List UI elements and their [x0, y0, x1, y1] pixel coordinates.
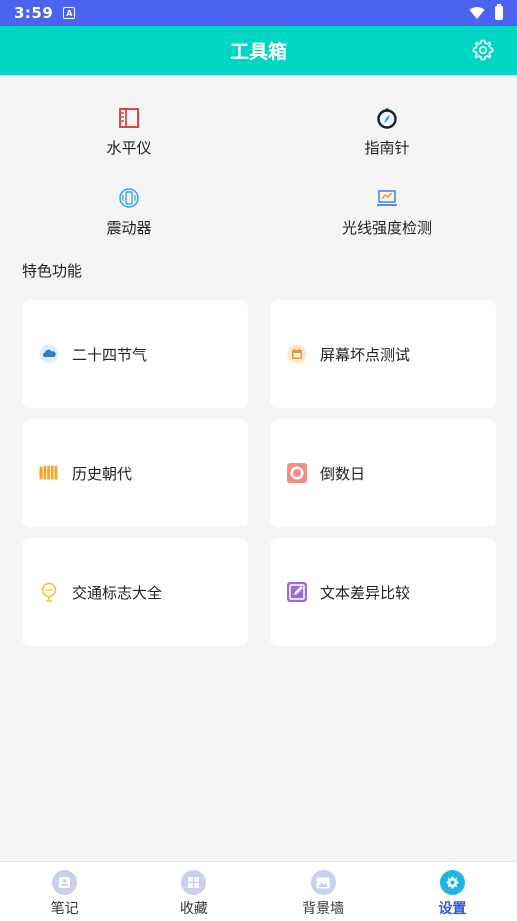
- battery-icon: [495, 4, 503, 20]
- feature-label: 交通标志大全: [72, 583, 163, 602]
- nav-item-wallpaper[interactable]: 背景墙: [259, 862, 388, 921]
- tool-label: 光线强度检测: [341, 219, 432, 237]
- nav-label: 笔记: [50, 901, 79, 917]
- compass-icon: [377, 108, 397, 129]
- feature-label: 历史朝代: [72, 464, 133, 483]
- app-bar: 工具箱: [0, 26, 517, 75]
- nav-item-settings[interactable]: 设置: [388, 862, 517, 921]
- edit-icon: [287, 582, 307, 602]
- section-title: 特色功能: [22, 262, 83, 280]
- nav-label: 背景墙: [302, 901, 345, 917]
- light-sensor-icon: [377, 190, 397, 206]
- tool-level[interactable]: 水平仪: [0, 107, 258, 158]
- wifi-icon: [469, 7, 485, 20]
- tool-label: 指南针: [364, 139, 410, 157]
- feature-countdown[interactable]: 倒数日: [270, 419, 496, 527]
- nav-item-favorites[interactable]: 收藏: [129, 862, 258, 921]
- feature-traffic-signs[interactable]: 交通标志大全: [22, 538, 248, 646]
- feature-label: 二十四节气: [72, 345, 148, 364]
- feature-text-diff[interactable]: 文本差异比较: [270, 538, 496, 646]
- tool-label: 震动器: [106, 219, 152, 237]
- gear-icon[interactable]: [471, 38, 495, 62]
- feature-label: 倒数日: [320, 464, 366, 483]
- bamboo-scroll-icon: [39, 465, 58, 480]
- calendar-icon: [287, 344, 307, 364]
- feature-label: 屏幕坏点测试: [320, 345, 411, 364]
- nav-label: 设置: [438, 901, 467, 917]
- status-bar: 3:59 A: [0, 0, 517, 26]
- nav-label: 收藏: [179, 901, 208, 917]
- gear-icon: [439, 870, 465, 895]
- feature-label: 文本差异比较: [320, 583, 411, 602]
- bottom-nav: 笔记 收藏 背景墙 设置: [0, 861, 517, 921]
- feature-solar-terms[interactable]: 二十四节气: [22, 300, 248, 408]
- note-icon: [52, 870, 78, 895]
- status-time: 3:59: [14, 4, 54, 22]
- notification-icon: A: [63, 7, 76, 19]
- cloud-icon: [39, 344, 59, 364]
- tool-label: 水平仪: [106, 139, 152, 157]
- feature-dynasties[interactable]: 历史朝代: [22, 419, 248, 527]
- tool-compass[interactable]: 指南针: [258, 107, 516, 158]
- traffic-sign-icon: [41, 582, 57, 602]
- tool-light-sensor[interactable]: 光线强度检测: [258, 187, 516, 238]
- feature-pixel-test[interactable]: 屏幕坏点测试: [270, 300, 496, 408]
- image-icon: [310, 870, 336, 895]
- countdown-icon: [287, 463, 307, 483]
- nav-item-notes[interactable]: 笔记: [0, 862, 129, 921]
- tool-vibrator[interactable]: 震动器: [0, 187, 258, 238]
- vibration-icon: [119, 188, 139, 208]
- page-title: 工具箱: [229, 41, 287, 63]
- ruler-icon: [119, 108, 139, 128]
- grid-icon: [181, 870, 207, 895]
